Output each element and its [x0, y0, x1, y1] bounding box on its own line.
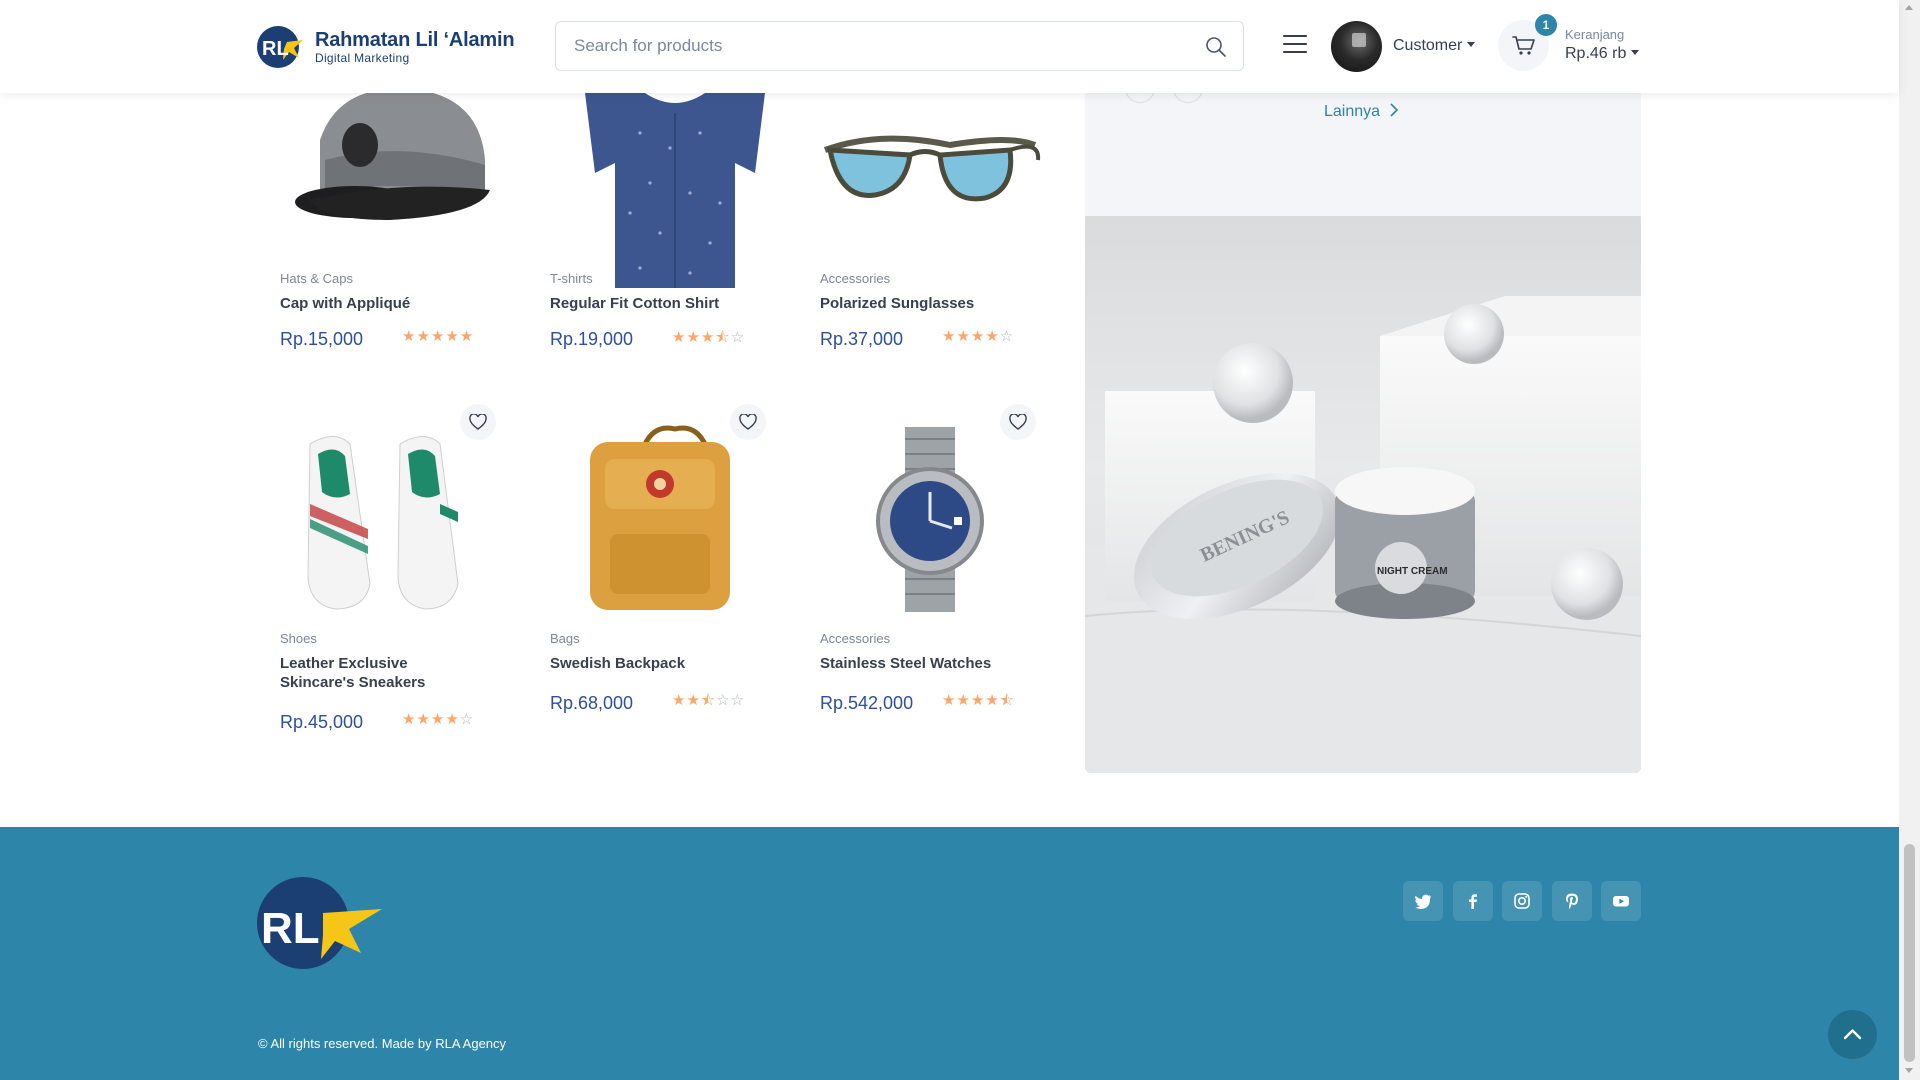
product-name[interactable]: Stainless Steel Watches: [820, 654, 1060, 673]
product-name[interactable]: Polarized Sunglasses: [820, 294, 1060, 313]
product-rating: ★★★★☆: [402, 711, 475, 728]
product-rating: ★★⯪☆☆: [672, 692, 746, 709]
product-category: Hats & Caps: [280, 271, 353, 286]
product-name[interactable]: Regular Fit Cotton Shirt: [550, 294, 790, 313]
search-input[interactable]: [556, 22, 1176, 70]
product-image-sunglasses[interactable]: [820, 120, 1070, 240]
avatar[interactable]: [1331, 21, 1382, 72]
product-card[interactable]: Accessories Stainless Steel Watches Rp.5…: [820, 400, 1070, 740]
more-link-label: Lainnya: [1324, 103, 1381, 120]
account-label: Customer: [1393, 37, 1463, 54]
footer-logo-icon[interactable]: RL: [257, 875, 382, 971]
pinterest-button[interactable]: [1552, 881, 1592, 921]
product-rating: ★★★★★: [402, 328, 475, 345]
chevron-right-icon: [1389, 103, 1398, 117]
brand-tagline: Digital Marketing: [315, 51, 410, 65]
night-cream-product-photo: BENING'S NIGHT CREAM: [1085, 296, 1641, 773]
product-category: Bags: [550, 631, 580, 646]
product-image-sneakers[interactable]: [280, 424, 530, 614]
product-rating: ★★★⯪☆: [672, 329, 746, 346]
product-category: T-shirts: [550, 271, 593, 286]
facebook-icon: [1469, 894, 1477, 909]
cart-total-value: Rp.46 rb: [1565, 45, 1627, 62]
product-name[interactable]: Leather Exclusive Skincare's Sneakers: [280, 654, 470, 692]
pinterest-icon: [1566, 893, 1578, 909]
instagram-button[interactable]: [1502, 881, 1542, 921]
product-price: Rp.37,000: [820, 329, 904, 349]
scrollbar-thumb[interactable]: [1904, 844, 1915, 1062]
twitter-button[interactable]: [1403, 881, 1443, 921]
search-icon[interactable]: [1205, 36, 1227, 58]
chevron-down-icon: [1631, 50, 1640, 55]
cream-label-text: NIGHT CREAM: [1377, 566, 1448, 577]
scroll-up-arrow[interactable]: [1905, 5, 1913, 10]
more-link[interactable]: Lainnya: [1324, 103, 1399, 121]
instagram-icon: [1514, 893, 1530, 909]
cart-button[interactable]: 1: [1498, 14, 1557, 71]
product-image-shirt[interactable]: [550, 93, 800, 288]
product-image-backpack[interactable]: [550, 424, 800, 614]
page-scrollbar[interactable]: [1899, 0, 1920, 1080]
youtube-button[interactable]: [1601, 881, 1641, 921]
product-rating: ★★★★⯪: [942, 692, 1015, 709]
product-category: Accessories: [820, 631, 891, 646]
cart-label: Keranjang: [1565, 27, 1625, 42]
product-card[interactable]: Shoes Leather Exclusive Skincare's Sneak…: [280, 400, 530, 740]
chevron-up-icon: [1843, 1029, 1862, 1040]
scroll-to-top-button[interactable]: [1828, 1010, 1877, 1059]
product-price: Rp.15,000: [280, 329, 364, 349]
cart-count-badge: 1: [1535, 14, 1557, 36]
scroll-down-arrow[interactable]: [1905, 1068, 1913, 1073]
brand-logo-link[interactable]: RL Rahmatan Lil ‘Alamin Digital Marketin…: [257, 24, 517, 70]
chevron-down-icon: [1467, 42, 1476, 47]
product-image-watch[interactable]: [820, 424, 1070, 614]
brand-logo-icon: RL: [257, 26, 303, 68]
svg-text:RL: RL: [262, 38, 289, 60]
twitter-icon: [1415, 894, 1431, 909]
cart-total-dropdown[interactable]: Rp.46 rb: [1565, 45, 1640, 63]
youtube-icon: [1613, 896, 1629, 907]
account-dropdown[interactable]: Customer: [1393, 37, 1476, 55]
footer-logo-text: RL: [261, 904, 320, 953]
product-price: Rp.542,000: [820, 693, 914, 713]
product-price: Rp.45,000: [280, 712, 364, 732]
product-price: Rp.19,000: [550, 329, 634, 349]
top-navbar: RL Rahmatan Lil ‘Alamin Digital Marketin…: [0, 0, 1899, 93]
promo-banner-image[interactable]: BENING'S NIGHT CREAM: [1085, 216, 1641, 773]
product-rating: ★★★★☆: [942, 328, 1015, 345]
copyright-text: © All rights reserved. Made by RLA Agenc…: [258, 1036, 507, 1051]
brand-name: Rahmatan Lil ‘Alamin: [315, 29, 515, 51]
product-image-cap[interactable]: [280, 80, 530, 230]
search-bar: [555, 21, 1244, 71]
hamburger-menu-icon[interactable]: [1283, 33, 1309, 55]
product-price: Rp.68,000: [550, 693, 634, 713]
facebook-button[interactable]: [1453, 881, 1493, 921]
product-name[interactable]: Cap with Appliqué: [280, 294, 520, 313]
product-category: Accessories: [820, 271, 891, 286]
product-name[interactable]: Swedish Backpack: [550, 654, 790, 673]
product-card[interactable]: Bags Swedish Backpack Rp.68,000 ★★⯪☆☆: [550, 400, 800, 740]
cart-icon: [1512, 36, 1535, 55]
product-category: Shoes: [280, 631, 317, 646]
